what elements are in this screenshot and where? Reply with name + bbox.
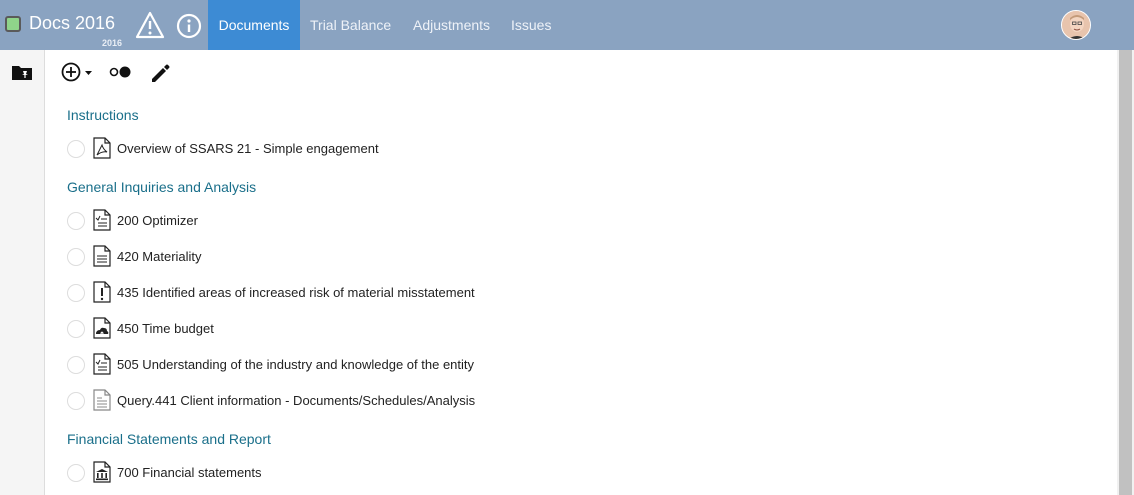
risk-doc-icon bbox=[93, 281, 111, 303]
tab-documents[interactable]: Documents bbox=[208, 0, 300, 50]
folder-pin-icon[interactable] bbox=[11, 63, 33, 81]
add-circle-icon[interactable] bbox=[61, 60, 83, 84]
vertical-scrollbar-thumb[interactable] bbox=[1119, 50, 1132, 495]
document-select-radio[interactable] bbox=[67, 356, 85, 374]
document-row[interactable]: 435 Identified areas of increased risk o… bbox=[67, 281, 667, 305]
document-row[interactable]: 420 Materiality bbox=[67, 245, 667, 269]
top-navigation-bar: Docs 2016 2016 Documents Trial Balance A… bbox=[0, 0, 1134, 50]
dropdown-caret-icon[interactable] bbox=[84, 60, 94, 84]
engagement-year: 2016 bbox=[102, 38, 123, 48]
statements-doc-icon bbox=[93, 461, 111, 483]
checklist-doc-icon bbox=[93, 353, 111, 375]
section-heading-general-inquiries: General Inquiries and Analysis bbox=[67, 179, 257, 195]
document-label: 435 Identified areas of increased risk o… bbox=[117, 285, 475, 300]
tab-adjustments[interactable]: Adjustments bbox=[413, 0, 490, 50]
tab-trial-balance[interactable]: Trial Balance bbox=[310, 0, 391, 50]
section-heading-financial-statements: Financial Statements and Report bbox=[67, 431, 271, 447]
tab-issues[interactable]: Issues bbox=[511, 0, 551, 50]
query-doc-icon bbox=[93, 389, 111, 411]
pdf-icon bbox=[93, 137, 111, 159]
document-select-radio[interactable] bbox=[67, 284, 85, 302]
document-row[interactable]: 505 Understanding of the industry and kn… bbox=[67, 353, 667, 377]
document-label: Query.441 Client information - Documents… bbox=[117, 393, 476, 408]
document-select-radio[interactable] bbox=[67, 140, 85, 158]
toggle-dots-icon[interactable] bbox=[108, 60, 134, 84]
budget-doc-icon bbox=[93, 317, 111, 339]
user-avatar[interactable] bbox=[1061, 10, 1091, 40]
document-label: 505 Understanding of the industry and kn… bbox=[117, 357, 475, 372]
text-doc-icon bbox=[93, 245, 111, 267]
document-row[interactable]: 700 Financial statements bbox=[67, 461, 667, 485]
document-select-radio[interactable] bbox=[67, 248, 85, 266]
document-label: 700 Financial statements bbox=[117, 465, 262, 480]
document-select-radio[interactable] bbox=[67, 392, 85, 410]
left-rail bbox=[0, 50, 45, 495]
document-select-radio[interactable] bbox=[67, 464, 85, 482]
document-select-radio[interactable] bbox=[67, 212, 85, 230]
document-row[interactable]: Overview of SSARS 21 - Simple engagement bbox=[67, 137, 667, 161]
document-label: 200 Optimizer bbox=[117, 213, 198, 228]
document-select-radio[interactable] bbox=[67, 320, 85, 338]
warning-icon[interactable] bbox=[135, 11, 165, 39]
document-row[interactable]: 200 Optimizer bbox=[67, 209, 667, 233]
document-label: Overview of SSARS 21 - Simple engagement bbox=[117, 141, 379, 156]
pencil-icon[interactable] bbox=[149, 60, 171, 84]
engagement-title[interactable]: Docs 2016 bbox=[29, 13, 115, 34]
document-row[interactable]: Query.441 Client information - Documents… bbox=[67, 389, 667, 413]
engagement-status-indicator bbox=[5, 16, 21, 32]
document-label: 420 Materiality bbox=[117, 249, 202, 264]
document-label: 450 Time budget bbox=[117, 321, 214, 336]
checklist-doc-icon bbox=[93, 209, 111, 231]
section-heading-instructions: Instructions bbox=[67, 107, 139, 123]
document-row[interactable]: 450 Time budget bbox=[67, 317, 667, 341]
info-icon[interactable] bbox=[176, 13, 202, 39]
user-face-icon bbox=[1062, 11, 1090, 39]
